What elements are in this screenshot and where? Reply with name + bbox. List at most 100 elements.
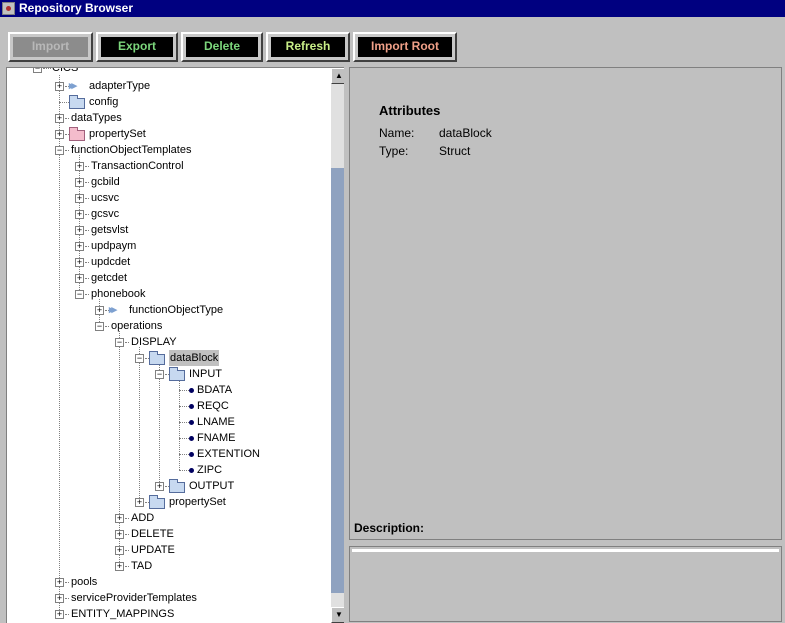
expand-icon[interactable]: + xyxy=(115,530,124,539)
tree-node[interactable]: + dataTypes xyxy=(7,110,327,126)
expand-icon[interactable]: + xyxy=(115,546,124,555)
tree-node[interactable]: config xyxy=(7,94,327,110)
expand-icon[interactable]: + xyxy=(135,498,144,507)
import-root-button[interactable]: Import Root xyxy=(353,32,457,62)
collapse-icon[interactable]: − xyxy=(55,146,64,155)
scroll-down-arrow-icon[interactable]: ▼ xyxy=(331,607,344,623)
tree-node-label: CICS xyxy=(52,67,79,74)
import-button[interactable]: Import xyxy=(8,32,93,62)
tree-node[interactable]: + ucsvc xyxy=(7,190,327,206)
refresh-button-label: Refresh xyxy=(271,37,345,57)
expand-icon[interactable]: + xyxy=(155,482,164,491)
expand-icon[interactable]: + xyxy=(75,178,84,187)
tree-node-label: functionObjectTemplates xyxy=(71,144,192,156)
tree-node[interactable]: − operations xyxy=(7,318,327,334)
expand-icon[interactable]: + xyxy=(115,514,124,523)
tree-node[interactable]: + gcbild xyxy=(7,174,327,190)
tree-node-label: ZIPC xyxy=(197,464,223,476)
tree-node[interactable]: EXTENTION xyxy=(7,446,327,462)
tree-node-label: functionObjectType xyxy=(129,304,224,316)
tree-node-label: operations xyxy=(111,320,163,332)
tree-node-label: propertySet xyxy=(89,128,146,140)
collapse-icon[interactable]: − xyxy=(33,68,42,73)
tree-node[interactable]: + gcsvc xyxy=(7,206,327,222)
collapse-icon[interactable]: − xyxy=(155,370,164,379)
expand-icon[interactable]: + xyxy=(75,210,84,219)
expand-icon[interactable]: + xyxy=(75,162,84,171)
description-label: Description: xyxy=(354,521,425,535)
leaf-bullet-icon xyxy=(189,404,194,409)
folder-icon xyxy=(149,495,165,509)
tree-node[interactable]: + serviceProviderTemplates xyxy=(7,590,327,606)
tree-node[interactable]: REQC xyxy=(7,398,327,414)
tree-node[interactable]: − phonebook xyxy=(7,286,327,302)
tree-node-label: LNAME xyxy=(197,416,235,428)
folder-icon xyxy=(69,127,85,141)
delete-button[interactable]: Delete xyxy=(181,32,263,62)
tree-node-label: BDATA xyxy=(197,384,233,396)
export-button[interactable]: Export xyxy=(96,32,178,62)
tree-node[interactable]: + OUTPUT xyxy=(7,478,327,494)
type-value: Struct xyxy=(439,144,471,158)
tree-node[interactable]: + ADD xyxy=(7,510,327,526)
expand-icon[interactable]: + xyxy=(55,610,64,619)
tree-node[interactable]: + propertySet xyxy=(7,126,327,142)
tree-node-label: ADD xyxy=(131,512,155,524)
scrollbar-thumb[interactable] xyxy=(331,168,344,593)
expand-icon[interactable]: + xyxy=(75,226,84,235)
tree-node[interactable]: + getcdet xyxy=(7,270,327,286)
tree-node-label: serviceProviderTemplates xyxy=(71,592,197,604)
tree-node[interactable]: BDATA xyxy=(7,382,327,398)
expand-icon[interactable]: + xyxy=(55,114,64,123)
tree-node[interactable]: − functionObjectTemplates xyxy=(7,142,327,158)
tree-node[interactable]: + UPDATE xyxy=(7,542,327,558)
expand-icon[interactable]: + xyxy=(55,594,64,603)
expand-icon[interactable]: + xyxy=(75,242,84,251)
scroll-up-arrow-icon[interactable]: ▲ xyxy=(331,68,344,84)
expand-icon[interactable]: + xyxy=(55,578,64,587)
collapse-icon[interactable]: − xyxy=(135,354,144,363)
name-key: Name: xyxy=(379,126,415,140)
tree-node[interactable]: + updcdet xyxy=(7,254,327,270)
tree-node-label: EXTENTION xyxy=(197,448,260,460)
tree-node-label: gcbild xyxy=(91,176,120,188)
tree-node-label: OUTPUT xyxy=(189,480,235,492)
expand-icon[interactable]: + xyxy=(95,306,104,315)
expand-icon[interactable]: + xyxy=(55,82,64,91)
folder-icon xyxy=(149,351,165,365)
tree-node[interactable]: LNAME xyxy=(7,414,327,430)
collapse-icon[interactable]: − xyxy=(75,290,84,299)
repository-tree[interactable]: − CICS + ▸▸ adapterType config + dataTypes + pr… xyxy=(6,67,344,623)
name-value: dataBlock xyxy=(439,126,492,140)
description-panel[interactable] xyxy=(349,546,782,622)
leaf-bullet-icon xyxy=(189,420,194,425)
tree-node[interactable]: + TransactionControl xyxy=(7,158,327,174)
tree-node[interactable]: FNAME xyxy=(7,430,327,446)
collapse-icon[interactable]: − xyxy=(95,322,104,331)
expand-icon[interactable]: + xyxy=(75,258,84,267)
expand-icon[interactable]: + xyxy=(115,562,124,571)
tree-node[interactable]: − INPUT xyxy=(7,366,327,382)
expand-icon[interactable]: + xyxy=(55,130,64,139)
tree-node[interactable]: + propertySet xyxy=(7,494,327,510)
tree-node-label: updpaym xyxy=(91,240,137,252)
expand-icon[interactable]: + xyxy=(75,194,84,203)
menu-bar xyxy=(0,17,785,30)
tree-node[interactable]: − DISPLAY xyxy=(7,334,327,350)
tree-node[interactable]: + ENTITY_MAPPINGS xyxy=(7,606,327,622)
leaf-bullet-icon xyxy=(189,436,194,441)
tree-node[interactable]: − dataBlock xyxy=(7,350,327,366)
tree-node-root[interactable]: − CICS xyxy=(7,67,327,76)
tree-node[interactable]: + updpaym xyxy=(7,238,327,254)
tree-node[interactable]: + DELETE xyxy=(7,526,327,542)
collapse-icon[interactable]: − xyxy=(115,338,124,347)
tree-node[interactable]: + TAD xyxy=(7,558,327,574)
expand-icon[interactable]: + xyxy=(75,274,84,283)
tree-scrollbar[interactable]: ▲ ▼ xyxy=(331,68,344,623)
tree-node[interactable]: ZIPC xyxy=(7,462,327,478)
tree-node[interactable]: + pools xyxy=(7,574,327,590)
tree-node[interactable]: + ▸▸ functionObjectType xyxy=(7,302,327,318)
refresh-button[interactable]: Refresh xyxy=(266,32,350,62)
tree-node[interactable]: + getsvlst xyxy=(7,222,327,238)
tree-node[interactable]: + ▸▸ adapterType xyxy=(7,78,327,94)
